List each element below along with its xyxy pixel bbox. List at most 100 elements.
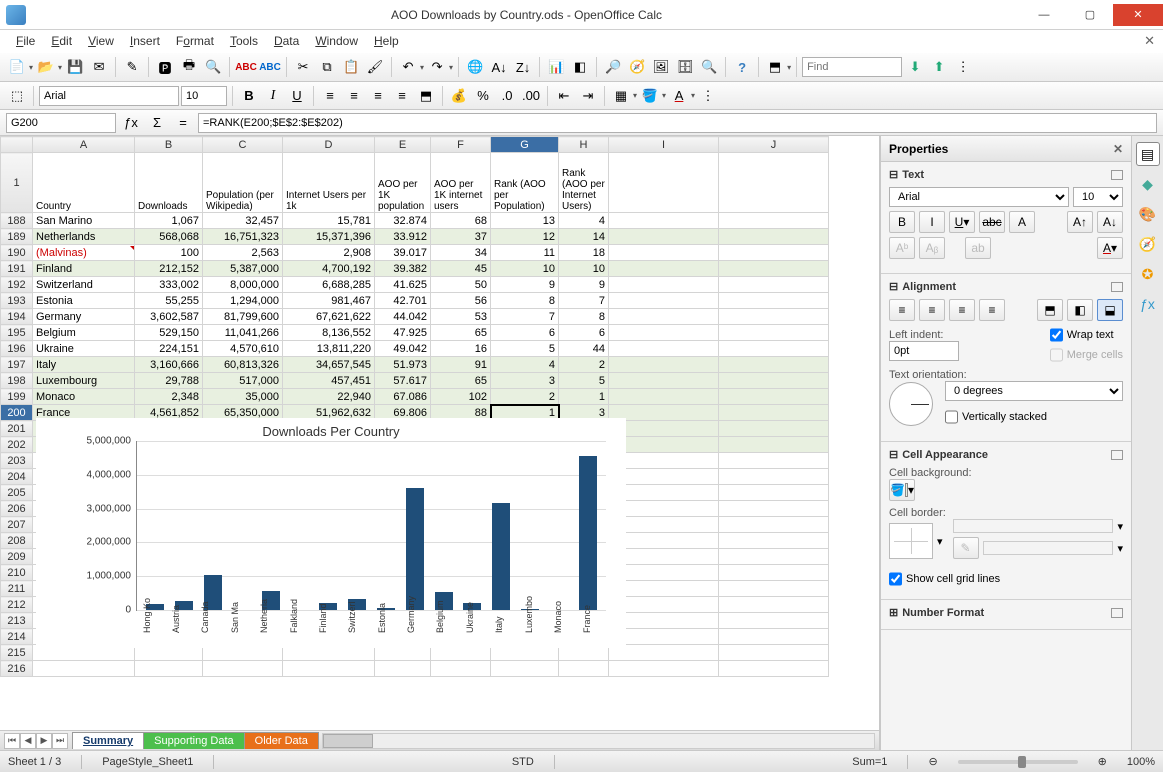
gridlines-checkbox[interactable]: Show cell grid lines bbox=[889, 569, 1123, 589]
sidetab-functions-icon[interactable]: ✪ bbox=[1136, 262, 1160, 286]
row-header[interactable]: 189 bbox=[1, 229, 33, 245]
cell-reference-input[interactable] bbox=[6, 113, 116, 133]
function-wizard-icon[interactable]: ƒx bbox=[120, 112, 142, 134]
align-right-button[interactable]: ≡ bbox=[949, 299, 975, 321]
sidebar-close-icon[interactable]: ✕ bbox=[1113, 142, 1123, 156]
undo-icon[interactable]: ↶ bbox=[397, 56, 419, 78]
sidebar-shrink-button[interactable]: A↓ bbox=[1097, 211, 1123, 233]
preview-icon[interactable]: 🔍 bbox=[202, 56, 224, 78]
toolbar-menu-icon[interactable]: ⋮ bbox=[952, 56, 974, 78]
menu-data[interactable]: Data bbox=[266, 32, 307, 50]
indent-input[interactable] bbox=[889, 341, 959, 361]
sheet-tab[interactable]: Supporting Data bbox=[143, 732, 245, 749]
orientation-dial[interactable] bbox=[889, 382, 933, 426]
zoom-out-icon[interactable]: ⊖ bbox=[928, 755, 937, 768]
indent-dec-icon[interactable]: ⇤ bbox=[553, 85, 575, 107]
row-header[interactable]: 193 bbox=[1, 293, 33, 309]
sheet-tab[interactable]: Summary bbox=[72, 732, 144, 749]
sidebar-size-combo[interactable]: 10 bbox=[1073, 187, 1123, 207]
sidetab-gallery-icon[interactable]: 🎨 bbox=[1136, 202, 1160, 226]
col-header-G[interactable]: G bbox=[491, 137, 559, 153]
menu-edit[interactable]: Edit bbox=[43, 32, 80, 50]
format-paint-icon[interactable]: 🖌 bbox=[364, 56, 386, 78]
styles-icon[interactable]: ⬚ bbox=[6, 85, 28, 107]
sidebar-fontcolor-button[interactable]: A ▾ bbox=[1097, 237, 1123, 259]
row-header[interactable]: 188 bbox=[1, 213, 33, 229]
horizontal-scrollbar[interactable] bbox=[322, 733, 875, 749]
sidetab-navigator-icon[interactable]: 🧭 bbox=[1136, 232, 1160, 256]
close-document-icon[interactable]: ✕ bbox=[1144, 33, 1155, 49]
sort-asc-icon[interactable]: A↓ bbox=[488, 56, 510, 78]
close-button[interactable]: ✕ bbox=[1113, 4, 1163, 26]
merge-cells-checkbox[interactable]: Merge cells bbox=[1050, 345, 1123, 365]
sidetab-properties-icon[interactable]: ▤ bbox=[1136, 142, 1160, 166]
align-left-button[interactable]: ≡ bbox=[889, 299, 915, 321]
valign-bot-button[interactable]: ⬓ bbox=[1097, 299, 1123, 321]
sidebar-strike-button[interactable]: abc bbox=[979, 211, 1005, 233]
sidebar-sub-button[interactable]: Aᵦ bbox=[919, 237, 945, 259]
italic-button[interactable]: I bbox=[262, 85, 284, 107]
col-header-D[interactable]: D bbox=[283, 137, 375, 153]
align-center-button[interactable]: ≡ bbox=[919, 299, 945, 321]
show-icon[interactable]: ◧ bbox=[569, 56, 591, 78]
col-header-A[interactable]: A bbox=[33, 137, 135, 153]
menu-tools[interactable]: Tools bbox=[222, 32, 266, 50]
row-header[interactable]: 199 bbox=[1, 389, 33, 405]
open-icon[interactable]: 📂 bbox=[35, 56, 57, 78]
pdf-icon[interactable]: 🅿 bbox=[154, 56, 176, 78]
autospell-icon[interactable]: ABC bbox=[259, 56, 281, 78]
decimal-remove-icon[interactable]: .00 bbox=[520, 85, 542, 107]
col-header-B[interactable]: B bbox=[135, 137, 203, 153]
row-header[interactable]: 190 bbox=[1, 245, 33, 261]
cell-bg-button[interactable]: 🪣 ▾ bbox=[889, 479, 915, 501]
sidetab-fx-icon[interactable]: ƒx bbox=[1136, 292, 1160, 316]
sidebar-bold-button[interactable]: B bbox=[889, 211, 915, 233]
sidebar-highlight-button[interactable]: ab bbox=[965, 237, 991, 259]
col-header-J[interactable]: J bbox=[719, 137, 829, 153]
sum-icon[interactable]: Σ bbox=[146, 112, 168, 134]
border-color-button[interactable]: ✎ bbox=[953, 537, 979, 559]
font-name-combo[interactable] bbox=[39, 86, 179, 106]
find-icon[interactable]: 🔎 bbox=[602, 56, 624, 78]
valign-mid-button[interactable]: ◧ bbox=[1067, 299, 1093, 321]
border-preview[interactable] bbox=[889, 523, 933, 559]
orientation-combo[interactable]: 0 degrees bbox=[945, 381, 1123, 401]
col-header-I[interactable]: I bbox=[609, 137, 719, 153]
minimize-button[interactable]: — bbox=[1021, 4, 1067, 26]
chart-icon[interactable]: 📊 bbox=[545, 56, 567, 78]
row-header[interactable]: 1 bbox=[1, 153, 33, 213]
col-header-E[interactable]: E bbox=[375, 137, 431, 153]
zoom-icon[interactable]: 🔍 bbox=[698, 56, 720, 78]
sidebar-grow-button[interactable]: A↑ bbox=[1067, 211, 1093, 233]
row-header[interactable]: 195 bbox=[1, 325, 33, 341]
col-header-C[interactable]: C bbox=[203, 137, 283, 153]
menu-view[interactable]: View bbox=[80, 32, 122, 50]
sidebar-super-button[interactable]: Aᵇ bbox=[889, 237, 915, 259]
currency-icon[interactable]: 💰 bbox=[448, 85, 470, 107]
menu-format[interactable]: Format bbox=[168, 32, 222, 50]
find-input[interactable] bbox=[802, 57, 902, 77]
hyperlink-icon[interactable]: 🌐 bbox=[464, 56, 486, 78]
find-prev-icon[interactable]: ⬆ bbox=[928, 56, 950, 78]
gallery-icon[interactable]: 🖼 bbox=[650, 56, 672, 78]
tab-first-icon[interactable]: ⏮ bbox=[4, 733, 20, 749]
align-left-icon[interactable]: ≡ bbox=[319, 85, 341, 107]
percent-icon[interactable]: % bbox=[472, 85, 494, 107]
cut-icon[interactable]: ✂ bbox=[292, 56, 314, 78]
print-icon[interactable]: 🖶 bbox=[178, 56, 200, 78]
extension-icon[interactable]: ⬒ bbox=[764, 56, 786, 78]
spellcheck-icon[interactable]: ABC bbox=[235, 56, 257, 78]
row-header[interactable]: 197 bbox=[1, 357, 33, 373]
row-header[interactable]: 201 bbox=[1, 421, 33, 437]
zoom-slider[interactable] bbox=[958, 760, 1078, 764]
col-header-F[interactable]: F bbox=[431, 137, 491, 153]
redo-icon[interactable]: ↷ bbox=[426, 56, 448, 78]
valign-top-button[interactable]: ⬒ bbox=[1037, 299, 1063, 321]
find-next-icon[interactable]: ⬇ bbox=[904, 56, 926, 78]
save-icon[interactable]: 💾 bbox=[64, 56, 86, 78]
paste-icon[interactable]: 📋 bbox=[340, 56, 362, 78]
borders-icon[interactable]: ▦ bbox=[610, 85, 632, 107]
align-justify-icon[interactable]: ≡ bbox=[391, 85, 413, 107]
sidebar-shadow-button[interactable]: A bbox=[1009, 211, 1035, 233]
sidebar-font-combo[interactable]: Arial bbox=[889, 187, 1069, 207]
